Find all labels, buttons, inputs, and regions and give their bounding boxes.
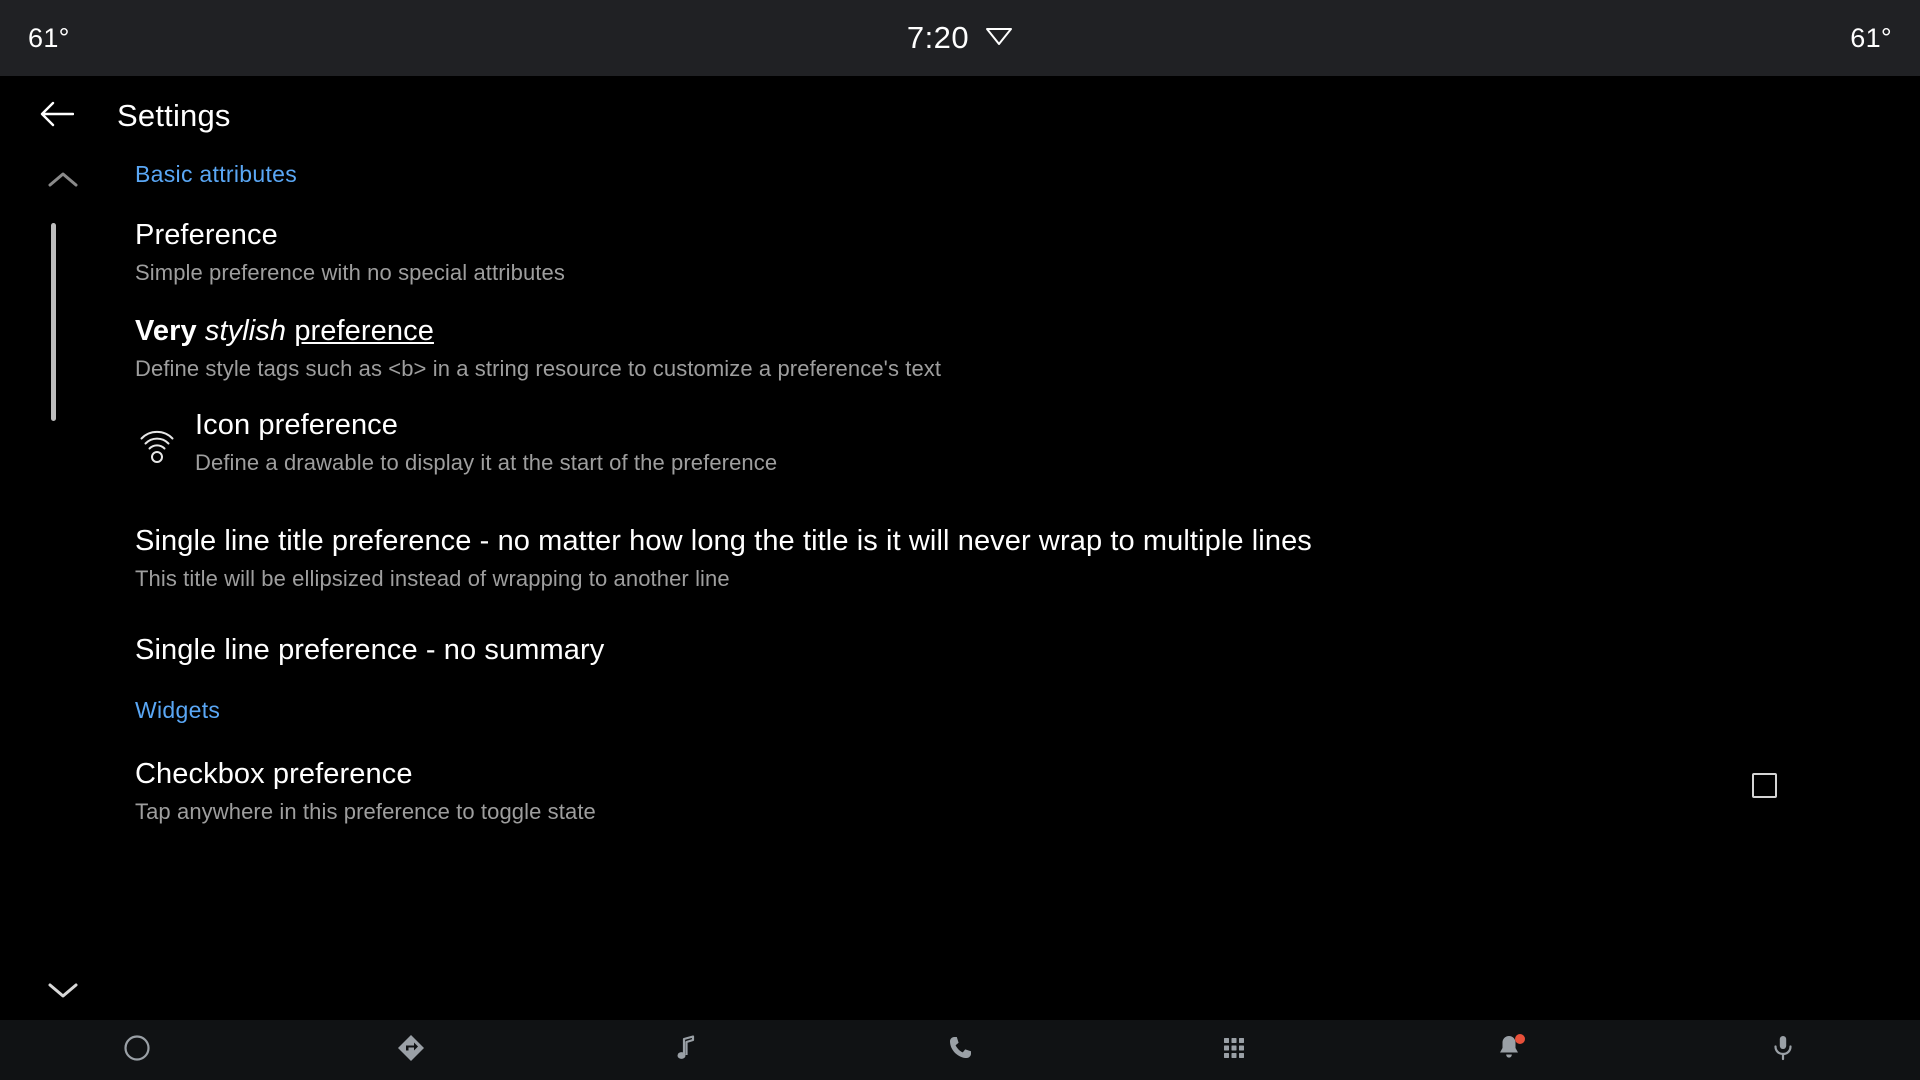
- preference-title-styled: Very stylish preference: [135, 314, 1835, 348]
- nav-item-notifications[interactable]: [1371, 1020, 1645, 1080]
- preference-summary: Simple preference with no special attrib…: [135, 260, 565, 286]
- preference-item-stylish[interactable]: Very stylish preference Define style tag…: [135, 314, 1835, 383]
- status-bar-center: 7:20: [0, 20, 1920, 56]
- back-button[interactable]: [28, 87, 86, 145]
- preference-item-no-summary[interactable]: Single line preference - no summary: [135, 633, 1835, 667]
- preferences-list[interactable]: Basic attributes Preference Simple prefe…: [0, 156, 1920, 1020]
- microphone-icon: [1768, 1033, 1798, 1068]
- status-bar: 61° 7:20 61°: [0, 0, 1920, 76]
- preference-item-preference[interactable]: Preference Simple preference with no spe…: [135, 218, 1835, 287]
- preference-title: Icon preference: [195, 409, 399, 441]
- nav-item-media[interactable]: [549, 1020, 823, 1080]
- preference-summary: Define style tags such as <b> in a strin…: [135, 356, 942, 382]
- preference-title: Single line title preference - no matter…: [135, 525, 1312, 557]
- bottom-navigation-bar: [0, 1020, 1920, 1080]
- checkbox-widget[interactable]: [1752, 773, 1777, 798]
- home-circle-icon: [122, 1033, 152, 1068]
- scroll-down-button[interactable]: [40, 969, 86, 1015]
- preference-item-checkbox[interactable]: Checkbox preference Tap anywhere in this…: [135, 757, 1835, 826]
- styled-italic-word: stylish: [204, 315, 287, 347]
- chevron-up-icon: [48, 171, 78, 194]
- app-toolbar: Settings: [0, 76, 1920, 156]
- music-note-icon: [671, 1033, 701, 1068]
- preference-title: Single line preference - no summary: [135, 634, 605, 666]
- nav-item-phone[interactable]: [823, 1020, 1097, 1080]
- preference-summary: This title will be ellipsized instead of…: [135, 566, 730, 592]
- car-settings-screen: 61° 7:20 61° Settings Basic attributes P…: [0, 0, 1920, 1080]
- preference-title: Checkbox preference: [135, 758, 413, 790]
- nav-item-assistant[interactable]: [1646, 1020, 1920, 1080]
- nav-item-home[interactable]: [0, 1020, 274, 1080]
- navigation-arrow-icon: [396, 1033, 426, 1068]
- scrollbar-thumb[interactable]: [51, 223, 56, 421]
- nav-item-apps[interactable]: [1097, 1020, 1371, 1080]
- scroll-up-button[interactable]: [40, 159, 86, 205]
- notification-badge-dot: [1514, 1034, 1525, 1044]
- preference-item-single-line-title[interactable]: Single line title preference - no matter…: [135, 524, 1835, 593]
- preference-summary: Tap anywhere in this preference to toggl…: [135, 799, 596, 825]
- wifi-tethering-icon: [135, 426, 179, 470]
- apps-grid-icon: [1219, 1033, 1249, 1068]
- wifi-signal-icon: [985, 25, 1013, 52]
- phone-icon: [945, 1033, 975, 1068]
- styled-underline-word: preference: [294, 315, 434, 347]
- styled-space: [197, 315, 205, 347]
- nav-item-navigation[interactable]: [274, 1020, 548, 1080]
- chevron-down-icon: [48, 981, 78, 1004]
- page-title: Settings: [117, 98, 231, 133]
- styled-bold-word: Very: [135, 315, 197, 347]
- preference-icon-texts: Icon preference Define a drawable to dis…: [195, 408, 777, 477]
- preference-title: Preference: [135, 219, 278, 251]
- temperature-right: 61°: [1850, 22, 1892, 53]
- clock: 7:20: [906, 20, 970, 55]
- arrow-back-icon: [40, 100, 75, 133]
- preference-summary: Define a drawable to display it at the s…: [195, 450, 778, 476]
- section-header-basic-attributes: Basic attributes: [135, 161, 298, 187]
- section-header-widgets: Widgets: [135, 697, 221, 723]
- preference-item-icon[interactable]: Icon preference Define a drawable to dis…: [135, 408, 777, 477]
